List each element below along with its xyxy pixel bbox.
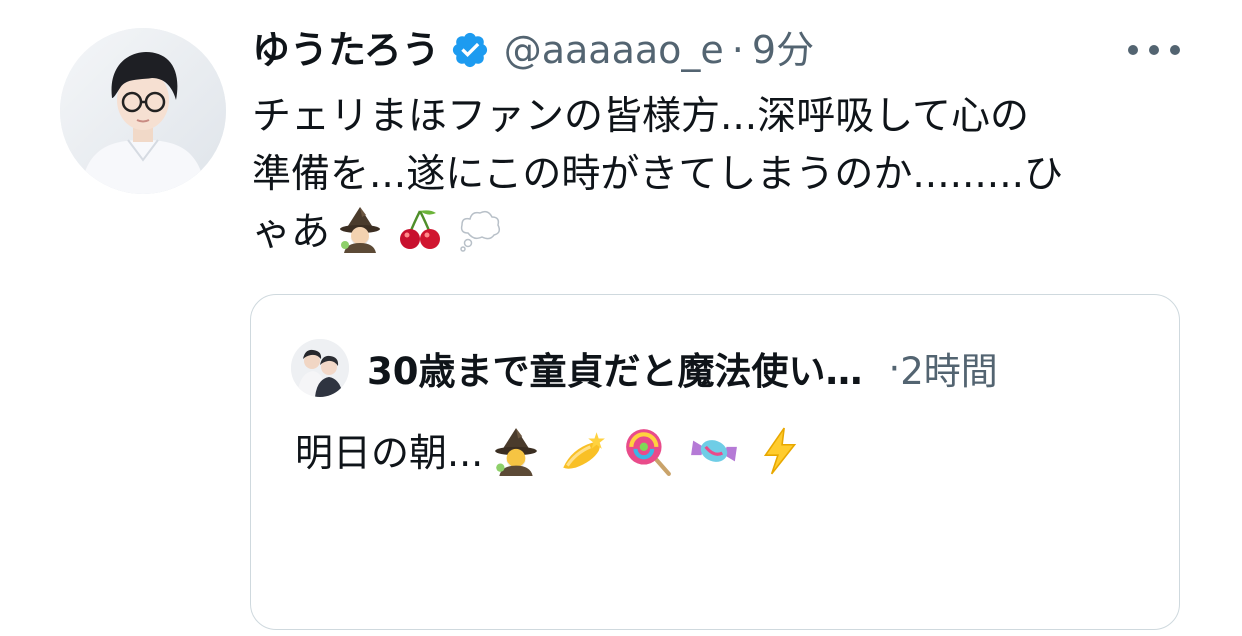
candy-emoji xyxy=(689,426,739,476)
wizard-emoji xyxy=(491,426,541,476)
tweet-header: ゆうたろう @aaaaao_e · 9分 xyxy=(252,20,814,80)
quoted-author-avatar-image xyxy=(291,339,349,397)
wizard-emoji xyxy=(336,205,384,253)
tweet-text-line-2: 準備を...遂にこの時がきてしまうのか.........ひ xyxy=(252,152,1063,197)
author-avatar[interactable] xyxy=(60,28,226,194)
quoted-tweet-card[interactable]: 30歳まで童貞だと魔法使い… · 2時間 明日の朝... xyxy=(250,294,1180,630)
separator-dot: · xyxy=(731,28,744,72)
high-voltage-emoji xyxy=(755,426,805,476)
quoted-tweet-timestamp[interactable]: 2時間 xyxy=(900,341,998,395)
author-avatar-image xyxy=(60,28,226,194)
quoted-tweet-separator: · xyxy=(888,346,901,390)
quoted-author-display-name[interactable]: 30歳まで童貞だと魔法使い… xyxy=(367,341,863,395)
author-handle[interactable]: @aaaaao_e xyxy=(504,20,724,80)
tweet-timestamp[interactable]: 9分 xyxy=(752,20,814,80)
tweet-text-line-3: ゃあ xyxy=(252,210,331,255)
tweet-text-line-1: チェリまほファンの皆様方...深呼吸して心の xyxy=(252,94,1030,139)
quoted-tweet-text: 明日の朝... xyxy=(295,423,813,483)
thought-balloon-emoji xyxy=(456,205,504,253)
verified-badge-icon xyxy=(450,30,490,70)
quoted-tweet-text-body: 明日の朝... xyxy=(295,431,484,475)
author-display-name[interactable]: ゆうたろう xyxy=(252,20,440,80)
tweet-text: チェリまほファンの皆様方...深呼吸して心の 準備を...遂にこの時がきてしまう… xyxy=(252,88,1172,262)
lollipop-emoji xyxy=(623,426,673,476)
quoted-author-avatar[interactable] xyxy=(291,339,349,397)
cherries-emoji xyxy=(396,205,444,253)
more-options-icon[interactable] xyxy=(1128,40,1180,60)
quoted-tweet-header: 30歳まで童貞だと魔法使い… · 2時間 xyxy=(367,339,998,397)
dizzy-emoji xyxy=(557,426,607,476)
